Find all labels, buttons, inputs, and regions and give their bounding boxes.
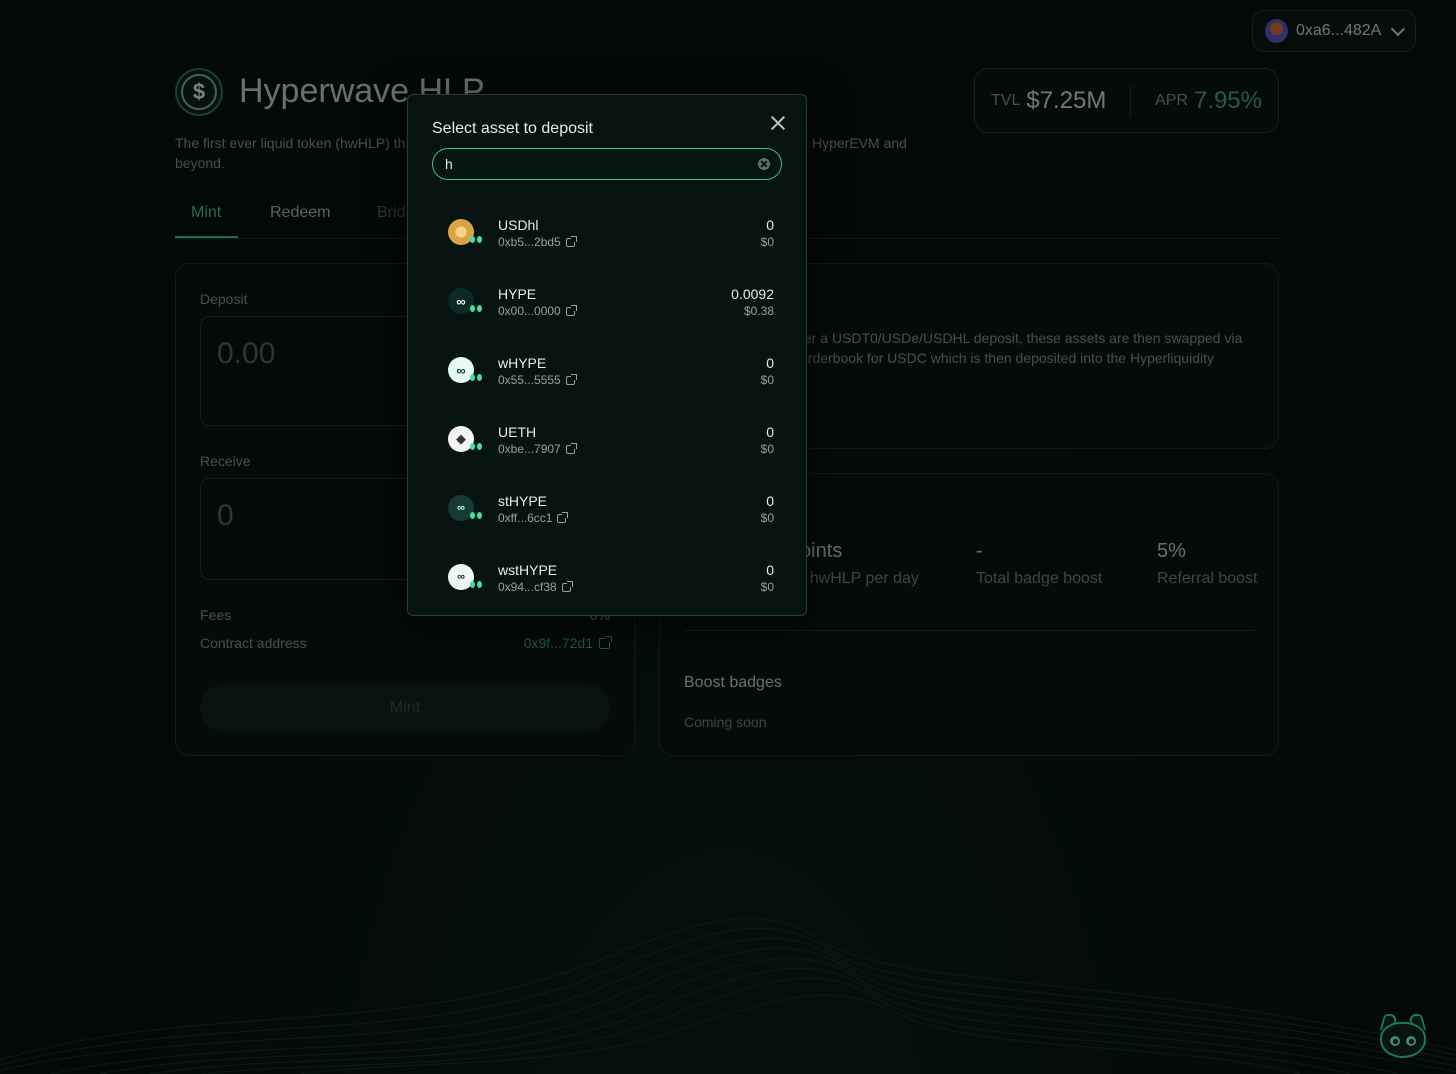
wsthype-icon: ∞ bbox=[448, 564, 482, 590]
asset-address[interactable]: 0xff...6cc1 bbox=[498, 511, 569, 525]
asset-balance: 0 bbox=[766, 493, 774, 509]
asset-address[interactable]: 0x00...0000 bbox=[498, 304, 577, 318]
asset-name: stHYPE bbox=[498, 493, 548, 509]
asset-balance: 0 bbox=[766, 424, 774, 440]
sthype-icon: ∞ bbox=[448, 495, 482, 521]
hyperevm-badge-icon bbox=[470, 443, 482, 450]
asset-address-text: 0xb5...2bd5 bbox=[498, 235, 561, 249]
asset-row-usdhl[interactable]: USDhl 0xb5...2bd5 0 $0 bbox=[432, 199, 784, 261]
external-link-icon bbox=[565, 236, 577, 247]
external-link-icon bbox=[565, 374, 577, 385]
usdhl-coin-icon bbox=[448, 219, 482, 245]
external-link-icon bbox=[561, 581, 573, 592]
asset-balance: 0 bbox=[766, 217, 774, 233]
asset-row-whype[interactable]: ∞ wHYPE 0x55...5555 0 $0 bbox=[432, 337, 784, 399]
asset-address[interactable]: 0xb5...2bd5 bbox=[498, 235, 577, 249]
asset-balance: 0.0092 bbox=[731, 286, 774, 302]
asset-name: wstHYPE bbox=[498, 562, 558, 578]
asset-address-text: 0x94...cf38 bbox=[498, 580, 557, 594]
external-link-icon bbox=[557, 512, 569, 523]
clear-search-icon[interactable] bbox=[758, 158, 770, 170]
modal-title: Select asset to deposit bbox=[432, 120, 593, 137]
asset-row-sthype[interactable]: ∞ stHYPE 0xff...6cc1 0 $0 bbox=[432, 475, 784, 537]
asset-name: HYPE bbox=[498, 286, 537, 302]
asset-address-text: 0x55...5555 bbox=[498, 373, 561, 387]
app-page: 0xa6...482A $ Hyperwave HLP The first ev… bbox=[0, 0, 1456, 1074]
asset-search-input[interactable] bbox=[432, 148, 782, 180]
asset-address-text: 0x00...0000 bbox=[498, 304, 561, 318]
ethereum-icon: ◆ bbox=[448, 426, 482, 452]
asset-address[interactable]: 0xbe...7907 bbox=[498, 442, 577, 456]
close-icon[interactable] bbox=[770, 115, 786, 131]
asset-usd-value: $0 bbox=[760, 235, 774, 249]
asset-address[interactable]: 0x94...cf38 bbox=[498, 580, 573, 594]
hyperevm-badge-icon bbox=[470, 374, 482, 381]
external-link-icon bbox=[565, 443, 577, 454]
hype-icon: ∞ bbox=[448, 288, 482, 314]
asset-row-wsthype[interactable]: ∞ wstHYPE 0x94...cf38 0 $0 bbox=[432, 544, 784, 606]
asset-usd-value: $0 bbox=[760, 442, 774, 456]
hyperevm-badge-icon bbox=[470, 305, 482, 312]
asset-name: USDhl bbox=[498, 217, 539, 233]
hyperevm-badge-icon bbox=[470, 512, 482, 519]
select-asset-modal: Select asset to deposit USDhl 0xb5...2bd… bbox=[407, 94, 807, 616]
asset-balance: 0 bbox=[766, 562, 774, 578]
hyperevm-badge-icon bbox=[470, 236, 482, 243]
hyperevm-badge-icon bbox=[470, 581, 482, 588]
asset-row-ueth[interactable]: ◆ UETH 0xbe...7907 0 $0 bbox=[432, 406, 784, 468]
asset-address[interactable]: 0x55...5555 bbox=[498, 373, 577, 387]
external-link-icon bbox=[565, 305, 577, 316]
asset-row-hype[interactable]: ∞ HYPE 0x00...0000 0.0092 $0.38 bbox=[432, 268, 784, 330]
asset-name: wHYPE bbox=[498, 355, 547, 371]
asset-balance: 0 bbox=[766, 355, 774, 371]
asset-address-text: 0xbe...7907 bbox=[498, 442, 561, 456]
asset-usd-value: $0.38 bbox=[743, 304, 774, 318]
asset-address-text: 0xff...6cc1 bbox=[498, 511, 553, 525]
asset-name: UETH bbox=[498, 424, 537, 440]
asset-usd-value: $0 bbox=[760, 580, 774, 594]
whype-icon: ∞ bbox=[448, 357, 482, 383]
asset-usd-value: $0 bbox=[760, 373, 774, 387]
asset-usd-value: $0 bbox=[760, 511, 774, 525]
